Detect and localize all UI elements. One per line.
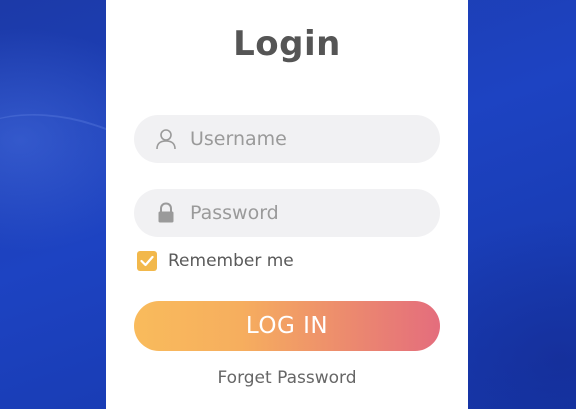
user-icon — [154, 127, 178, 151]
remember-me-label: Remember me — [168, 251, 294, 271]
remember-me-checkbox[interactable] — [137, 251, 157, 271]
username-field[interactable] — [134, 115, 440, 163]
lock-icon — [154, 201, 178, 225]
password-field[interactable] — [134, 189, 440, 237]
login-card: Login Remember me LOG IN Forget Password — [106, 0, 468, 409]
checkmark-icon — [140, 255, 154, 267]
login-button[interactable]: LOG IN — [134, 301, 440, 351]
username-input[interactable] — [190, 115, 440, 163]
remember-me-toggle[interactable]: Remember me — [137, 251, 294, 271]
forget-password-link[interactable]: Forget Password — [106, 368, 468, 388]
login-title: Login — [233, 24, 341, 64]
password-input[interactable] — [190, 189, 440, 237]
